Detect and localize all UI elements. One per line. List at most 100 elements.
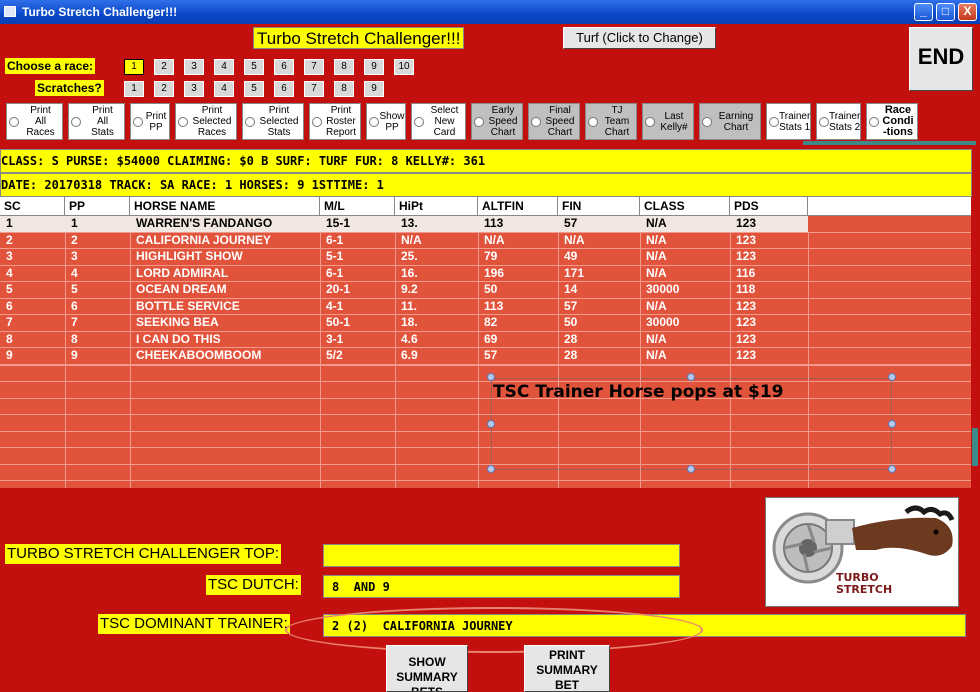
race-button-8[interactable]: 8: [334, 59, 354, 75]
table-cell: HIGHLIGHT SHOW: [136, 249, 243, 263]
resize-handle[interactable]: [487, 373, 495, 381]
table-cell: CALIFORNIA JOURNEY: [136, 232, 271, 247]
option-3[interactable]: Print Selected Races: [175, 103, 237, 140]
radio-icon[interactable]: [645, 116, 655, 127]
radio-icon[interactable]: [474, 116, 484, 127]
radio-icon[interactable]: [178, 116, 188, 127]
race-button-5[interactable]: 5: [244, 59, 264, 75]
table-cell: 2: [6, 232, 13, 247]
option-5[interactable]: Print Roster Report: [309, 103, 361, 140]
resize-handle[interactable]: [687, 373, 695, 381]
radio-icon[interactable]: [702, 116, 712, 127]
column-header-class[interactable]: CLASS: [640, 197, 730, 216]
column-header-pp[interactable]: PP: [65, 197, 130, 216]
table-cell: 5-1: [326, 249, 344, 263]
maximize-button[interactable]: □: [936, 3, 955, 21]
race-button-4[interactable]: 4: [214, 59, 234, 75]
radio-icon[interactable]: [769, 116, 779, 127]
column-header-altfin[interactable]: ALTFIN: [478, 197, 558, 216]
radio-icon[interactable]: [531, 116, 541, 127]
scratch-button-5[interactable]: 5: [244, 81, 264, 97]
column-header-ml[interactable]: M/L: [320, 197, 395, 216]
option-7[interactable]: Select New Card: [411, 103, 466, 140]
resize-handle[interactable]: [487, 420, 495, 428]
show-summary-bets-button[interactable]: SHOW SUMMARY BETS: [386, 645, 468, 692]
radio-icon[interactable]: [245, 116, 255, 127]
grid-scroll-marker[interactable]: [972, 428, 978, 466]
resize-handle[interactable]: [888, 373, 896, 381]
radio-icon[interactable]: [588, 116, 598, 127]
table-row[interactable]: 1 1 WARREN'S FANDANGO 15-1 13. 113 57 N/A 123: [0, 216, 971, 233]
option-10[interactable]: TJ Team Chart: [585, 103, 637, 140]
radio-icon[interactable]: [9, 116, 19, 127]
option-9[interactable]: Final Speed Chart: [528, 103, 580, 140]
table-cell: 11.: [401, 298, 418, 313]
column-header-sc[interactable]: SC: [0, 197, 65, 216]
scratch-button-1[interactable]: 1: [124, 81, 144, 97]
tsc-dutch-field[interactable]: 8 AND 9: [323, 575, 680, 598]
race-button-3[interactable]: 3: [184, 59, 204, 75]
race-button-7[interactable]: 7: [304, 59, 324, 75]
print-summary-bet-button[interactable]: PRINT SUMMARY BET: [524, 645, 610, 692]
resize-handle[interactable]: [487, 465, 495, 473]
option-14[interactable]: Trainer Stats 2: [816, 103, 861, 140]
column-header-horsename[interactable]: HORSE NAME: [130, 197, 320, 216]
column-header-hipt[interactable]: HiPt: [395, 197, 478, 216]
column-header-pds[interactable]: PDS: [730, 197, 808, 216]
table-cell: 123: [736, 249, 757, 263]
option-6[interactable]: Show PP: [366, 103, 406, 140]
option-label: TJ Team Chart: [604, 105, 630, 138]
scratch-button-9[interactable]: 9: [364, 81, 384, 97]
race-button-6[interactable]: 6: [274, 59, 294, 75]
race-button-2[interactable]: 2: [154, 59, 174, 75]
resize-handle[interactable]: [888, 420, 896, 428]
option-0[interactable]: Print All Races: [6, 103, 63, 140]
table-cell: N/A: [646, 232, 667, 247]
turf-button[interactable]: Turf (Click to Change): [563, 27, 716, 49]
option-11[interactable]: Last Kelly#: [642, 103, 694, 140]
scratch-button-2[interactable]: 2: [154, 81, 174, 97]
table-cell: 50: [484, 282, 498, 296]
option-12[interactable]: Earning Chart: [699, 103, 761, 140]
end-button[interactable]: END: [909, 27, 973, 91]
table-row[interactable]: 2 2 CALIFORNIA JOURNEY 6-1 N/A N/A N/A N/A 123: [0, 232, 971, 249]
table-row[interactable]: 9 9 CHEEKABOOMBOOM 5/2 6.9 57 28 N/A 123: [0, 348, 971, 365]
table-row[interactable]: 5 5 OCEAN DREAM 20-1 9.2 50 14 30000 118: [0, 282, 971, 299]
scratch-button-8[interactable]: 8: [334, 81, 354, 97]
radio-icon[interactable]: [312, 116, 322, 127]
option-13[interactable]: Trainer Stats 1: [766, 103, 811, 140]
race-button-1[interactable]: 1: [124, 59, 144, 75]
option-8[interactable]: Early Speed Chart: [471, 103, 523, 140]
table-cell-empty: [808, 233, 971, 249]
scratch-button-7[interactable]: 7: [304, 81, 324, 97]
tsc-top-field[interactable]: [323, 544, 680, 567]
table-row[interactable]: 8 8 I CAN DO THIS 3-1 4.6 69 28 N/A 123: [0, 332, 971, 348]
race-button-9[interactable]: 9: [364, 59, 384, 75]
radio-icon[interactable]: [133, 116, 143, 127]
column-header-fin[interactable]: FIN: [558, 197, 640, 216]
option-4[interactable]: Print Selected Stats: [242, 103, 304, 140]
empty-row-line: [0, 480, 971, 481]
option-1[interactable]: Print All Stats: [68, 103, 125, 140]
minimize-button[interactable]: _: [914, 3, 933, 21]
radio-icon[interactable]: [369, 116, 379, 127]
radio-icon[interactable]: [819, 116, 829, 127]
option-15[interactable]: Race Condi -tions: [866, 103, 918, 140]
scratch-button-3[interactable]: 3: [184, 81, 204, 97]
table-row[interactable]: 7 7 SEEKING BEA 50-1 18. 82 50 30000 123: [0, 315, 971, 332]
table-row[interactable]: 4 4 LORD ADMIRAL 6-1 16. 196 171 N/A 116: [0, 266, 971, 282]
tsc-dominant-trainer-label: TSC DOMINANT TRAINER:: [98, 614, 290, 634]
resize-handle[interactable]: [687, 465, 695, 473]
resize-handle[interactable]: [888, 465, 896, 473]
radio-icon[interactable]: [71, 116, 81, 127]
option-2[interactable]: Print PP: [130, 103, 170, 140]
option-label: Last Kelly#: [660, 110, 688, 133]
race-button-10[interactable]: 10: [394, 59, 414, 75]
table-row[interactable]: 6 6 BOTTLE SERVICE 4-1 11. 113 57 N/A 123: [0, 298, 971, 315]
close-button[interactable]: X: [958, 3, 977, 21]
radio-icon[interactable]: [414, 116, 424, 127]
table-row[interactable]: 3 3 HIGHLIGHT SHOW 5-1 25. 79 49 N/A 123: [0, 249, 971, 266]
scratch-button-4[interactable]: 4: [214, 81, 234, 97]
radio-icon[interactable]: [869, 116, 879, 127]
scratch-button-6[interactable]: 6: [274, 81, 294, 97]
